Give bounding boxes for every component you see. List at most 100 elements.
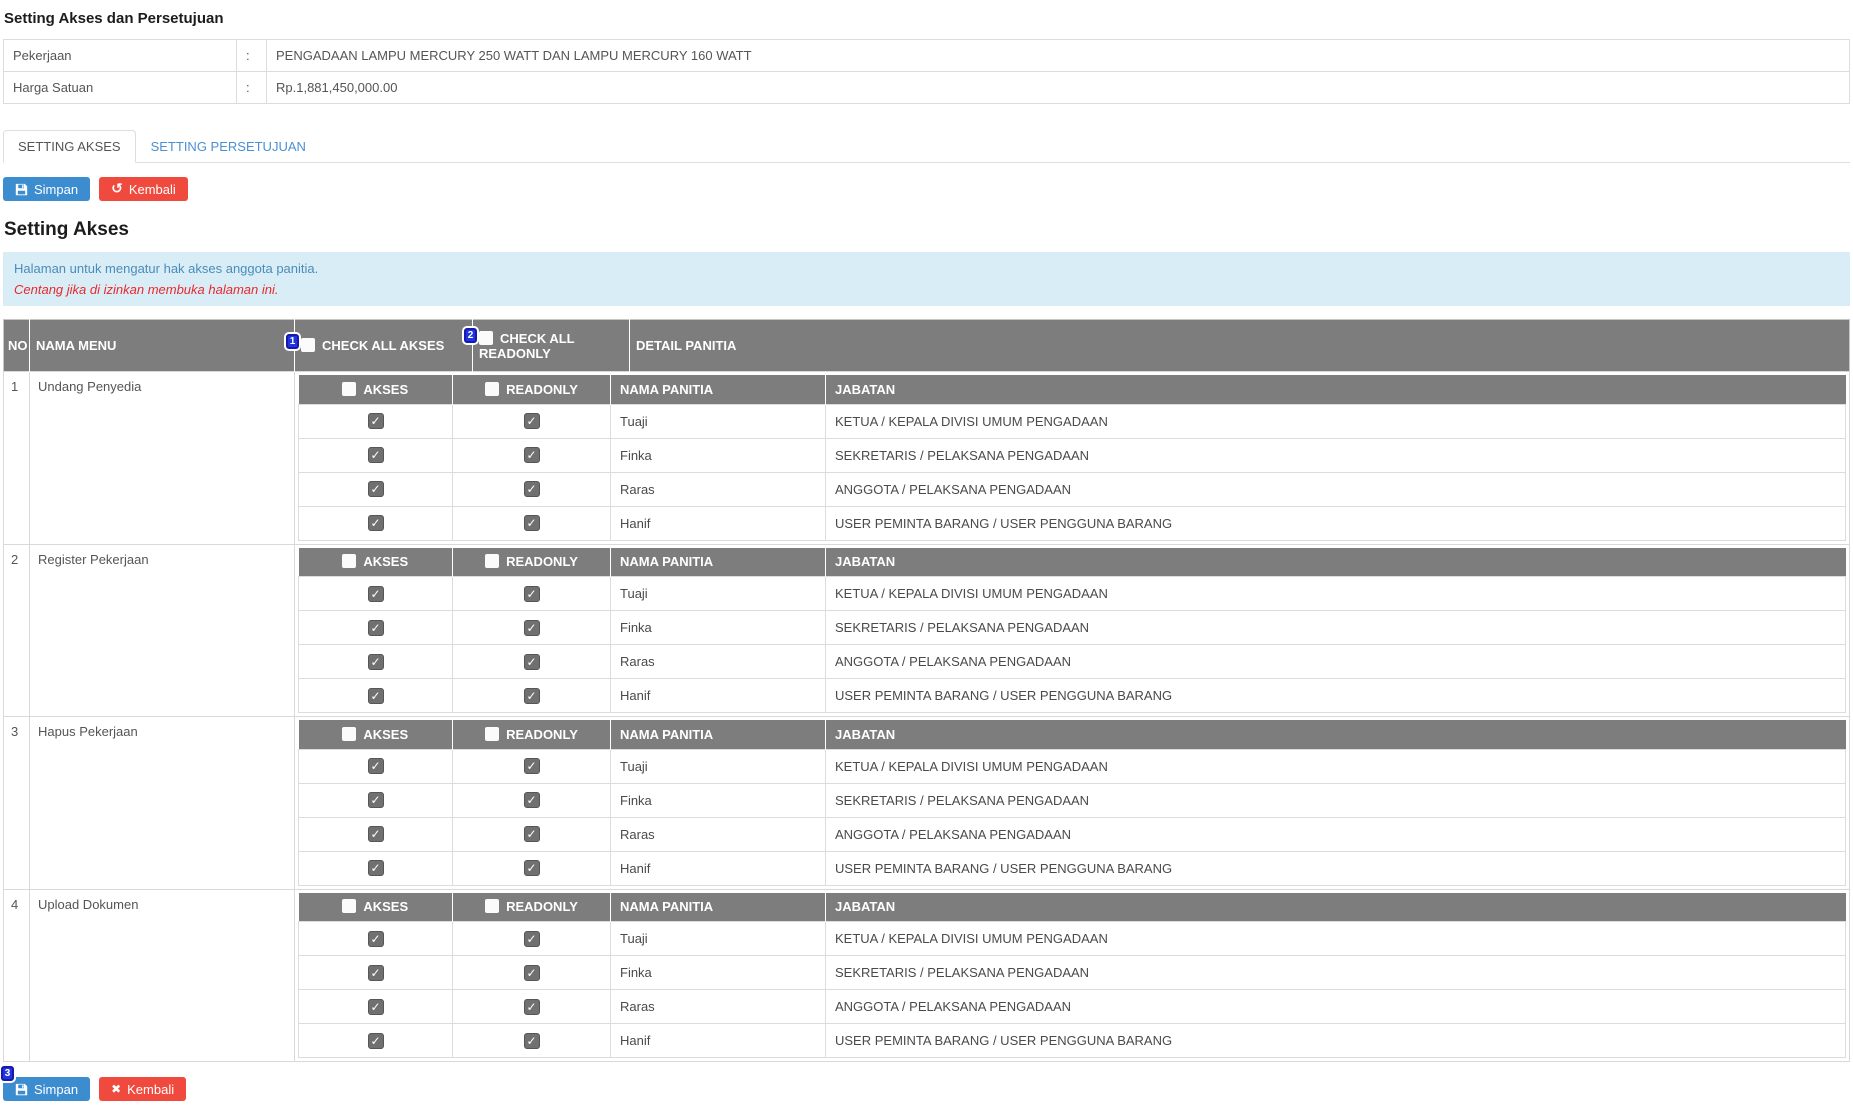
inner-header-nama-panitia: NAMA PANITIA bbox=[611, 893, 826, 922]
tab-bar: SETTING AKSES SETTING PERSETUJUAN bbox=[3, 130, 1850, 163]
inner-header-readonly: READONLY bbox=[453, 720, 611, 749]
akses-checkbox[interactable] bbox=[368, 654, 384, 670]
notice-line-warning: Centang jika di izinkan membuka halaman … bbox=[14, 282, 1839, 297]
nama-panitia-cell: Hanif bbox=[611, 1024, 826, 1058]
readonly-select-all-checkbox[interactable] bbox=[485, 554, 499, 568]
panitia-header-row: AKSES READONLY NAMA PANITIA JABATAN bbox=[299, 893, 1846, 922]
readonly-checkbox[interactable] bbox=[524, 931, 540, 947]
check-all-akses-checkbox[interactable] bbox=[301, 338, 315, 352]
save-button-label: Simpan bbox=[34, 1082, 78, 1097]
info-label: Harga Satuan bbox=[4, 72, 237, 104]
akses-checkbox[interactable] bbox=[368, 792, 384, 808]
inner-readonly-label: READONLY bbox=[506, 554, 578, 569]
akses-checkbox[interactable] bbox=[368, 447, 384, 463]
readonly-checkbox[interactable] bbox=[524, 447, 540, 463]
inner-header-akses: AKSES bbox=[299, 893, 453, 922]
inner-header-akses: AKSES bbox=[299, 548, 453, 577]
save-button-top[interactable]: Simpan bbox=[3, 177, 90, 201]
akses-checkbox[interactable] bbox=[368, 481, 384, 497]
col-header-detail-panitia: DETAIL PANITIA bbox=[630, 320, 1850, 372]
akses-cell bbox=[299, 851, 453, 885]
undo-icon: ↺ bbox=[111, 182, 123, 196]
readonly-checkbox[interactable] bbox=[524, 860, 540, 876]
inner-header-readonly: READONLY bbox=[453, 893, 611, 922]
info-row-harga: Harga Satuan : Rp.1,881,450,000.00 bbox=[4, 72, 1850, 104]
jabatan-cell: USER PEMINTA BARANG / USER PENGGUNA BARA… bbox=[826, 851, 1846, 885]
readonly-checkbox[interactable] bbox=[524, 965, 540, 981]
akses-checkbox[interactable] bbox=[368, 931, 384, 947]
readonly-select-all-checkbox[interactable] bbox=[485, 899, 499, 913]
readonly-checkbox[interactable] bbox=[524, 515, 540, 531]
back-button-label: Kembali bbox=[127, 1082, 174, 1097]
menu-row: 4 Upload Dokumen AKSES READONLY NAMA PAN… bbox=[4, 889, 1850, 1062]
akses-checkbox[interactable] bbox=[368, 860, 384, 876]
readonly-cell bbox=[453, 851, 611, 885]
inner-header-jabatan: JABATAN bbox=[826, 893, 1846, 922]
page: Setting Akses dan Persetujuan Pekerjaan … bbox=[0, 0, 1853, 1101]
akses-checkbox[interactable] bbox=[368, 688, 384, 704]
akses-checkbox[interactable] bbox=[368, 515, 384, 531]
akses-checkbox[interactable] bbox=[368, 1033, 384, 1049]
readonly-cell bbox=[453, 404, 611, 438]
akses-checkbox[interactable] bbox=[368, 413, 384, 429]
jabatan-cell: KETUA / KEPALA DIVISI UMUM PENGADAAN bbox=[826, 749, 1846, 783]
readonly-cell bbox=[453, 783, 611, 817]
panitia-row: Raras ANGGOTA / PELAKSANA PENGADAAN bbox=[299, 645, 1846, 679]
back-button-top[interactable]: ↺ Kembali bbox=[99, 177, 188, 201]
panitia-table: AKSES READONLY NAMA PANITIA JABATAN Tuaj… bbox=[298, 375, 1846, 541]
readonly-checkbox[interactable] bbox=[524, 999, 540, 1015]
panitia-row: Raras ANGGOTA / PELAKSANA PENGADAAN bbox=[299, 990, 1846, 1024]
akses-checkbox[interactable] bbox=[368, 586, 384, 602]
back-button-label: Kembali bbox=[129, 182, 176, 197]
menu-row: 3 Hapus Pekerjaan AKSES READONLY NAMA PA… bbox=[4, 717, 1850, 890]
inner-header-akses: AKSES bbox=[299, 720, 453, 749]
akses-select-all-checkbox[interactable] bbox=[342, 899, 356, 913]
jabatan-cell: KETUA / KEPALA DIVISI UMUM PENGADAAN bbox=[826, 577, 1846, 611]
panitia-table-cell: AKSES READONLY NAMA PANITIA JABATAN Tuaj… bbox=[295, 717, 1850, 890]
readonly-select-all-checkbox[interactable] bbox=[485, 727, 499, 741]
akses-cell bbox=[299, 438, 453, 472]
check-all-readonly-checkbox[interactable] bbox=[479, 331, 493, 345]
info-row-pekerjaan: Pekerjaan : PENGADAAN LAMPU MERCURY 250 … bbox=[4, 40, 1850, 72]
readonly-checkbox[interactable] bbox=[524, 688, 540, 704]
readonly-select-all-checkbox[interactable] bbox=[485, 382, 499, 396]
akses-cell bbox=[299, 749, 453, 783]
readonly-cell bbox=[453, 472, 611, 506]
akses-select-all-checkbox[interactable] bbox=[342, 382, 356, 396]
back-button-bottom[interactable]: ✖ Kembali bbox=[99, 1077, 186, 1101]
notice-line-info: Halaman untuk mengatur hak akses anggota… bbox=[14, 261, 1839, 276]
menu-name: Upload Dokumen bbox=[30, 889, 295, 1062]
akses-select-all-checkbox[interactable] bbox=[342, 554, 356, 568]
panitia-table-cell: AKSES READONLY NAMA PANITIA JABATAN Tuaj… bbox=[295, 544, 1850, 717]
panitia-table: AKSES READONLY NAMA PANITIA JABATAN Tuaj… bbox=[298, 548, 1846, 714]
panitia-row: Tuaji KETUA / KEPALA DIVISI UMUM PENGADA… bbox=[299, 749, 1846, 783]
inner-header-nama-panitia: NAMA PANITIA bbox=[611, 548, 826, 577]
akses-checkbox[interactable] bbox=[368, 999, 384, 1015]
readonly-checkbox[interactable] bbox=[524, 586, 540, 602]
akses-select-all-checkbox[interactable] bbox=[342, 727, 356, 741]
tab-setting-akses[interactable]: SETTING AKSES bbox=[3, 130, 136, 163]
akses-checkbox[interactable] bbox=[368, 758, 384, 774]
readonly-checkbox[interactable] bbox=[524, 1033, 540, 1049]
readonly-checkbox[interactable] bbox=[524, 620, 540, 636]
nama-panitia-cell: Tuaji bbox=[611, 404, 826, 438]
panitia-header-row: AKSES READONLY NAMA PANITIA JABATAN bbox=[299, 375, 1846, 404]
menu-name: Undang Penyedia bbox=[30, 372, 295, 545]
readonly-cell bbox=[453, 1024, 611, 1058]
readonly-checkbox[interactable] bbox=[524, 654, 540, 670]
readonly-checkbox[interactable] bbox=[524, 758, 540, 774]
readonly-checkbox[interactable] bbox=[524, 792, 540, 808]
jabatan-cell: SEKRETARIS / PELAKSANA PENGADAAN bbox=[826, 956, 1846, 990]
readonly-checkbox[interactable] bbox=[524, 413, 540, 429]
panitia-row: Tuaji KETUA / KEPALA DIVISI UMUM PENGADA… bbox=[299, 404, 1846, 438]
save-icon bbox=[15, 183, 28, 196]
akses-checkbox[interactable] bbox=[368, 620, 384, 636]
readonly-checkbox[interactable] bbox=[524, 481, 540, 497]
jabatan-cell: USER PEMINTA BARANG / USER PENGGUNA BARA… bbox=[826, 1024, 1846, 1058]
akses-checkbox[interactable] bbox=[368, 965, 384, 981]
akses-checkbox[interactable] bbox=[368, 826, 384, 842]
save-button-bottom[interactable]: 3 Simpan bbox=[3, 1077, 90, 1101]
akses-cell bbox=[299, 611, 453, 645]
tab-setting-persetujuan[interactable]: SETTING PERSETUJUAN bbox=[136, 130, 321, 163]
readonly-checkbox[interactable] bbox=[524, 826, 540, 842]
